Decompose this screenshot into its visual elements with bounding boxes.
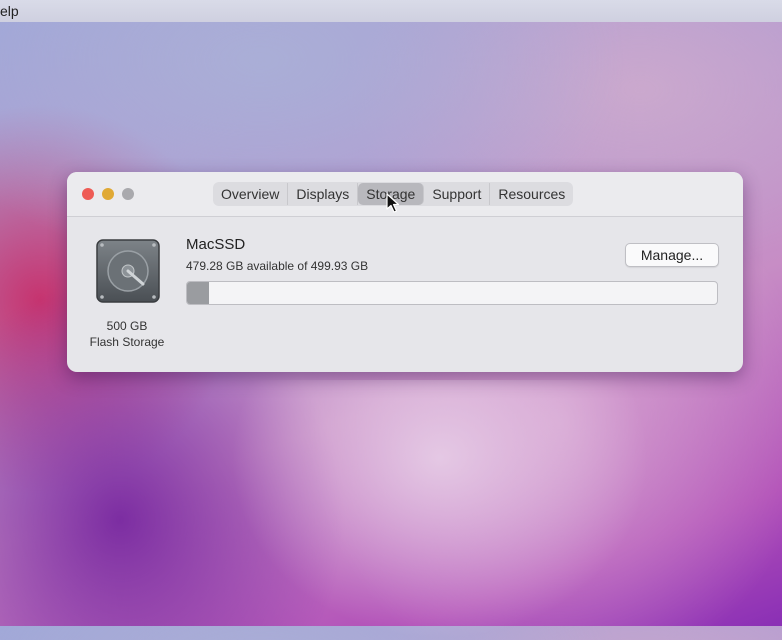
storage-used-segment <box>187 282 209 304</box>
menu-bar-help-fragment[interactable]: elp <box>0 3 19 19</box>
volume-name: MacSSD <box>186 236 246 253</box>
tab-support[interactable]: Support <box>424 183 491 205</box>
window-titlebar: Overview Displays Storage Support Resour… <box>67 172 743 217</box>
drive-capacity: 500 GB <box>106 319 148 333</box>
manage-button[interactable]: Manage... <box>625 243 719 267</box>
tab-overview[interactable]: Overview <box>213 183 289 205</box>
volume-availability: 479.28 GB available of 499.93 GB <box>186 259 369 273</box>
hard-drive-icon <box>96 239 160 303</box>
zoom-button[interactable] <box>122 188 134 200</box>
tab-resources[interactable]: Resources <box>490 183 573 205</box>
mouse-pointer-icon <box>386 193 400 213</box>
minimize-button[interactable] <box>102 188 114 200</box>
about-this-mac-window: Overview Displays Storage Support Resour… <box>67 172 743 372</box>
wallpaper-highlight <box>230 380 650 640</box>
menu-bar: elp <box>0 0 782 22</box>
drive-type: Flash Storage <box>89 335 165 349</box>
storage-usage-bar <box>186 281 718 305</box>
close-button[interactable] <box>82 188 94 200</box>
tab-displays[interactable]: Displays <box>288 183 359 205</box>
drive-caption: 500 GB Flash Storage <box>79 318 175 350</box>
